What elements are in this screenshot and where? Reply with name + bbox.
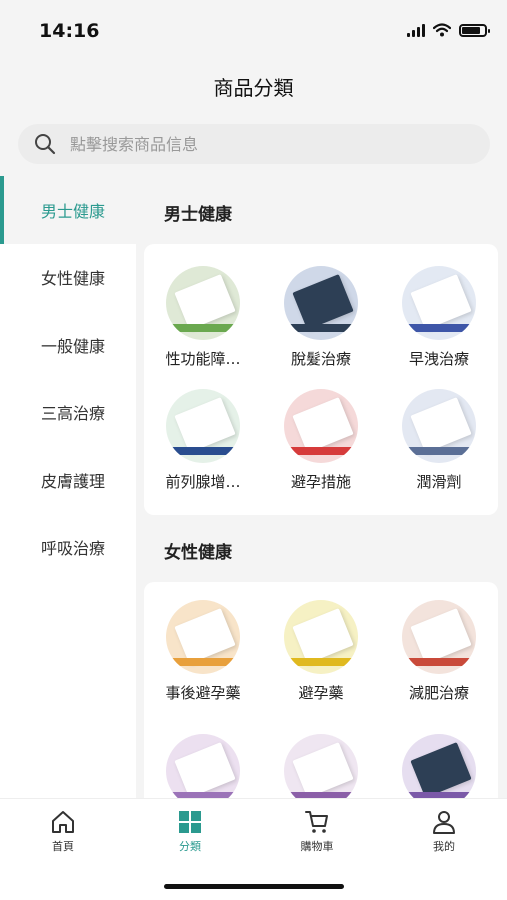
product-thumbnail [166, 734, 240, 798]
mens-health-card: 性功能障… 脫髮治療 早洩治療 前列腺增… 避孕措施 潤滑劑 [144, 244, 498, 515]
category-item-womens-4[interactable] [144, 734, 262, 798]
tab-home-label: 首頁 [52, 840, 74, 853]
sidebar-item-mens-health[interactable]: 男士健康 [0, 176, 136, 244]
category-item-label: 事後避孕藥 [165, 684, 241, 702]
category-item-contraception[interactable]: 避孕措施 [262, 389, 380, 492]
tab-cart-label: 購物車 [300, 840, 334, 853]
category-item-womens-5[interactable] [262, 734, 380, 798]
status-bar: 14:16 [0, 0, 507, 60]
search-bar[interactable] [18, 124, 490, 164]
tab-profile[interactable]: 我的 [404, 809, 484, 854]
category-item-label: 早洩治療 [408, 350, 469, 368]
product-thumbnail [402, 600, 476, 674]
sidebar-item-respiratory[interactable]: 呼吸治療 [0, 514, 136, 582]
product-thumbnail [402, 734, 476, 798]
category-item-morning-after-pill[interactable]: 事後避孕藥 [144, 600, 262, 703]
tab-category[interactable]: 分類 [150, 809, 230, 854]
home-icon [52, 811, 74, 833]
category-sidebar: 男士健康 女性健康 一般健康 三高治療 皮膚護理 呼吸治療 [0, 176, 136, 798]
category-item-label: 性功能障… [165, 350, 241, 368]
product-thumbnail [166, 600, 240, 674]
category-item-premature-ejaculation[interactable]: 早洩治療 [380, 266, 498, 369]
category-item-hair-loss[interactable]: 脫髮治療 [262, 266, 380, 369]
sidebar-item-womens-health[interactable]: 女性健康 [0, 244, 136, 312]
product-thumbnail [166, 266, 240, 340]
cart-icon [305, 811, 328, 833]
product-thumbnail [402, 266, 476, 340]
section-title-mens-health: 男士健康 [164, 205, 232, 225]
category-item-label: 減肥治療 [408, 684, 469, 702]
page-title: 商品分類 [213, 76, 294, 100]
category-item-label: 避孕藥 [298, 684, 344, 702]
category-item-ed[interactable]: 性功能障… [144, 266, 262, 369]
battery-icon [459, 23, 490, 37]
category-item-label: 前列腺增… [165, 473, 241, 491]
sidebar-item-skin-care[interactable]: 皮膚護理 [0, 446, 136, 514]
womens-health-card: 事後避孕藥 避孕藥 減肥治療 [144, 582, 498, 798]
product-thumbnail [402, 389, 476, 463]
category-item-label: 脫髮治療 [290, 350, 351, 368]
category-item-birth-control-pill[interactable]: 避孕藥 [262, 600, 380, 703]
category-icon [179, 811, 201, 833]
category-item-prostate[interactable]: 前列腺增… [144, 389, 262, 492]
product-thumbnail [166, 389, 240, 463]
profile-icon [433, 811, 455, 834]
section-title-womens-health: 女性健康 [164, 543, 232, 563]
search-icon [35, 134, 56, 155]
category-item-label: 潤滑劑 [416, 473, 462, 491]
tab-category-label: 分類 [179, 840, 201, 853]
status-icons [407, 23, 490, 37]
home-indicator [164, 884, 344, 889]
product-thumbnail [284, 734, 358, 798]
product-thumbnail [284, 600, 358, 674]
product-thumbnail [284, 389, 358, 463]
sidebar-item-general-health[interactable]: 一般健康 [0, 311, 136, 379]
category-item-label: 避孕措施 [290, 473, 351, 491]
product-thumbnail [284, 266, 358, 340]
cellular-signal-icon [407, 23, 425, 37]
sidebar-item-three-highs[interactable]: 三高治療 [0, 379, 136, 447]
tab-cart[interactable]: 購物車 [277, 809, 357, 854]
category-item-weight-loss[interactable]: 減肥治療 [380, 600, 498, 703]
tab-profile-label: 我的 [433, 840, 455, 853]
status-time: 14:16 [39, 20, 100, 42]
tab-home[interactable]: 首頁 [23, 809, 103, 854]
category-item-lubricant[interactable]: 潤滑劑 [380, 389, 498, 492]
search-input[interactable] [70, 134, 490, 154]
wifi-icon [433, 23, 451, 37]
category-item-womens-6[interactable] [380, 734, 498, 798]
category-content: 男士健康 性功能障… 脫髮治療 早洩治療 前列腺增… 避孕措施 潤滑劑 女性健康 [136, 176, 507, 798]
